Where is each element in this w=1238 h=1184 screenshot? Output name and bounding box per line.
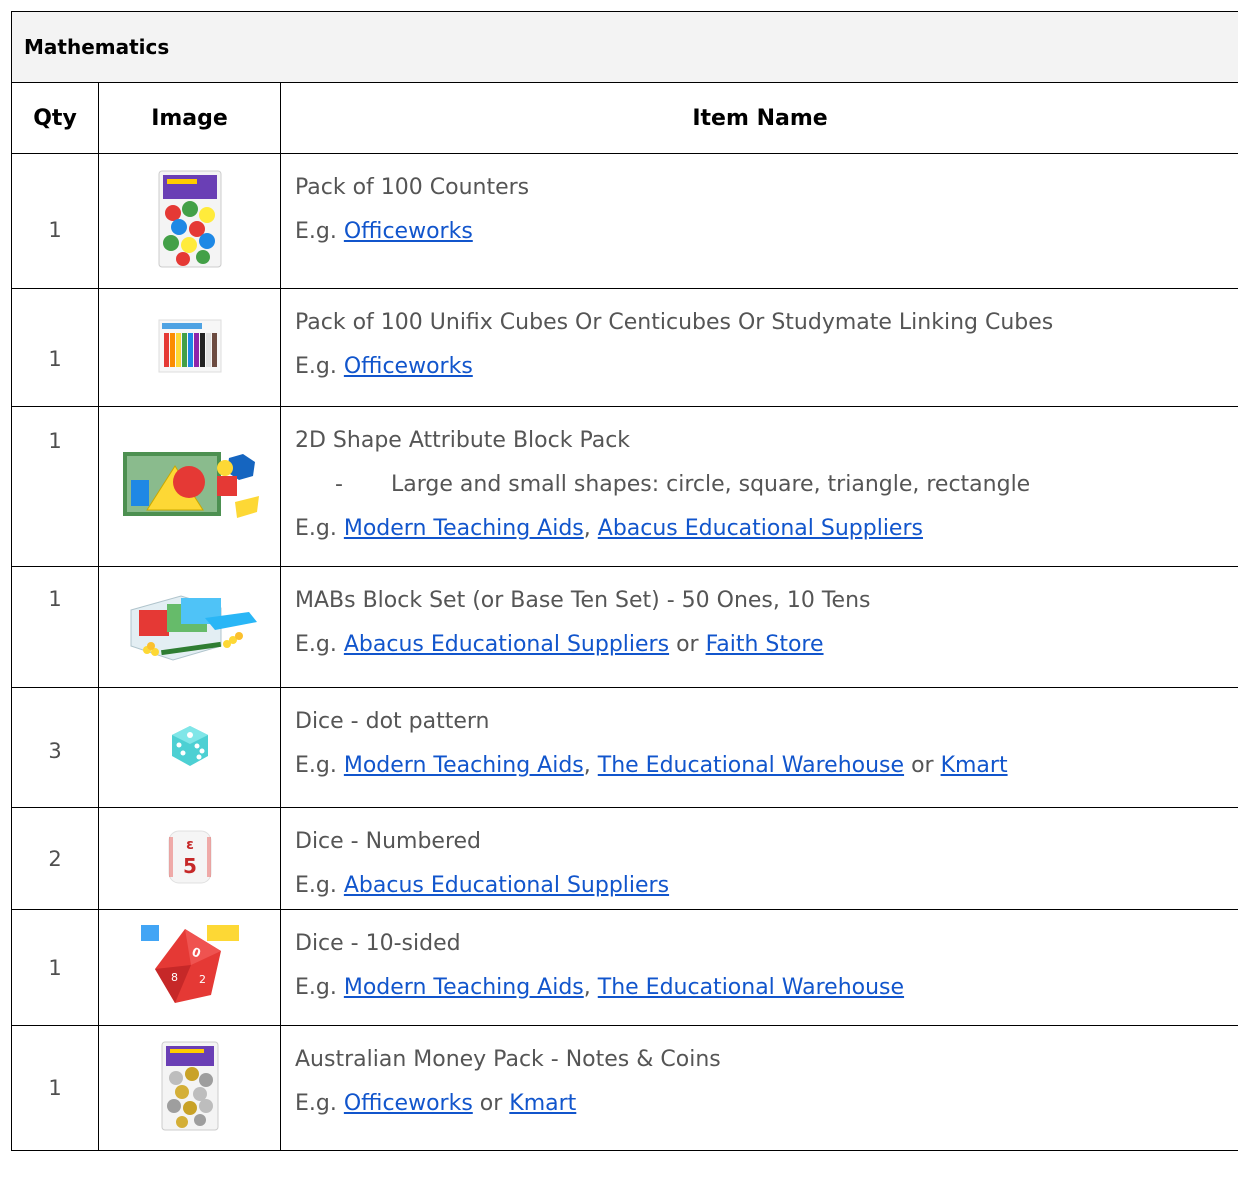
link-abacus-educational-suppliers[interactable]: Abacus Educational Suppliers xyxy=(344,632,669,657)
image-cell xyxy=(98,687,281,808)
item-sub-bullet: - Large and small shapes: circle, square,… xyxy=(335,472,1031,497)
item-links: E.g. Officeworks xyxy=(295,219,473,244)
item-name-cell: Australian Money Pack - Notes & Coins E.… xyxy=(279,1025,1238,1151)
header-image: Image xyxy=(98,82,281,154)
link-abacus-educational-suppliers[interactable]: Abacus Educational Suppliers xyxy=(598,516,923,541)
item-links: E.g. Abacus Educational Suppliers xyxy=(295,873,670,898)
item-name-cell: Dice - dot pattern E.g. Modern Teaching … xyxy=(279,687,1238,808)
item-name: 2D Shape Attribute Block Pack xyxy=(295,428,631,453)
table-row: 1 Australian Money Pack - Notes & Coins … xyxy=(11,1025,1238,1151)
table-row: 1 Pack of 100 Unifix Cubes Or Centicubes… xyxy=(11,288,1238,407)
link-modern-teaching-aids[interactable]: Modern Teaching Aids xyxy=(344,975,584,1000)
qty-cell: 3 xyxy=(11,687,99,808)
table-row: 1 0 8 2 Dice - 10-sided E.g. Modern Teac… xyxy=(11,909,1238,1026)
link-kmart[interactable]: Kmart xyxy=(509,1091,576,1116)
image-cell xyxy=(98,1025,281,1151)
link-the-educational-warehouse[interactable]: The Educational Warehouse xyxy=(598,753,904,778)
link-modern-teaching-aids[interactable]: Modern Teaching Aids xyxy=(344,516,584,541)
link-officeworks[interactable]: Officeworks xyxy=(344,219,473,244)
qty-cell: 1 xyxy=(11,153,99,289)
item-links: E.g. Modern Teaching Aids, The Education… xyxy=(295,753,1008,778)
item-links: E.g. Officeworks xyxy=(295,354,473,379)
header-item-name: Item Name xyxy=(279,82,1238,154)
qty-cell: 1 xyxy=(11,566,99,688)
item-links: E.g. Officeworks or Kmart xyxy=(295,1091,577,1116)
ten-sided-dice-icon: 0 8 2 xyxy=(140,924,239,1007)
table-row: 1 Pack of 100 Counters E.g. Officeworks xyxy=(11,153,1238,289)
item-name: Dice - Numbered xyxy=(295,829,482,854)
die-front-digit: 5 xyxy=(183,854,197,878)
link-modern-teaching-aids[interactable]: Modern Teaching Aids xyxy=(344,753,584,778)
table-row: 2 ε 5 Dice - Numbered E.g. Abacus Educat… xyxy=(11,807,1238,910)
image-cell xyxy=(98,566,281,688)
image-cell: ε 5 xyxy=(98,807,281,910)
item-name-cell: 2D Shape Attribute Block Pack - Large and… xyxy=(279,406,1238,567)
link-officeworks[interactable]: Officeworks xyxy=(344,354,473,379)
item-links: E.g. Modern Teaching Aids, Abacus Educat… xyxy=(295,516,923,541)
item-name-cell: Pack of 100 Counters E.g. Officeworks xyxy=(279,153,1238,289)
item-name: Dice - dot pattern xyxy=(295,709,490,734)
mab-blocks-icon xyxy=(130,595,257,661)
item-name: Pack of 100 Unifix Cubes Or Centicubes O… xyxy=(295,310,1054,335)
svg-text:2: 2 xyxy=(199,973,206,986)
item-name-cell: Dice - 10-sided E.g. Modern Teaching Aid… xyxy=(279,909,1238,1026)
link-the-educational-warehouse[interactable]: The Educational Warehouse xyxy=(598,975,904,1000)
qty-cell: 2 xyxy=(11,807,99,910)
link-kmart[interactable]: Kmart xyxy=(941,753,1008,778)
counters-pack-icon xyxy=(158,170,221,268)
attribute-blocks-icon xyxy=(122,451,259,518)
qty-cell: 1 xyxy=(11,406,99,567)
link-officeworks[interactable]: Officeworks xyxy=(344,1091,473,1116)
image-cell xyxy=(98,406,281,567)
image-cell: 0 8 2 xyxy=(98,909,281,1026)
item-name-cell: MABs Block Set (or Base Ten Set) - 50 On… xyxy=(279,566,1238,688)
item-name: Dice - 10-sided xyxy=(295,931,461,956)
die-top-digit: ε xyxy=(186,837,194,853)
table-row: 1 2D Shape Attribute Block Pack - Large a… xyxy=(11,406,1238,567)
header-qty: Qty xyxy=(11,82,99,154)
qty-cell: 1 xyxy=(11,1025,99,1151)
item-name: MABs Block Set (or Base Ten Set) - 50 On… xyxy=(295,588,871,613)
table-title: Mathematics xyxy=(10,11,1238,83)
image-cell xyxy=(98,153,281,289)
mathematics-table: Mathematics Qty Image Item Name 1 Pack o… xyxy=(10,11,1238,1151)
qty-cell: 1 xyxy=(11,909,99,1026)
numbered-dice-icon: ε 5 xyxy=(168,830,211,883)
qty-cell: 1 xyxy=(11,288,99,407)
table-row: 1 MABs Block Set (or Base Ten Set) - 50 … xyxy=(11,566,1238,688)
dot-dice-icon xyxy=(171,725,208,766)
table-row: 3 Dice - dot pattern E.g. Modern Teachin… xyxy=(11,687,1238,808)
item-name-cell: Dice - Numbered E.g. Abacus Educational … xyxy=(279,807,1238,910)
money-pack-icon xyxy=(161,1041,218,1131)
link-faith-store[interactable]: Faith Store xyxy=(706,632,824,657)
item-name-cell: Pack of 100 Unifix Cubes Or Centicubes O… xyxy=(279,288,1238,407)
link-abacus-educational-suppliers[interactable]: Abacus Educational Suppliers xyxy=(344,873,669,898)
item-links: E.g. Modern Teaching Aids, The Education… xyxy=(295,975,905,1000)
image-cell xyxy=(98,288,281,407)
svg-text:8: 8 xyxy=(171,971,178,984)
item-links: E.g. Abacus Educational Suppliers or Fai… xyxy=(295,632,824,657)
item-name: Australian Money Pack - Notes & Coins xyxy=(295,1047,721,1072)
unifix-cubes-icon xyxy=(158,319,221,372)
item-name: Pack of 100 Counters xyxy=(295,175,530,200)
